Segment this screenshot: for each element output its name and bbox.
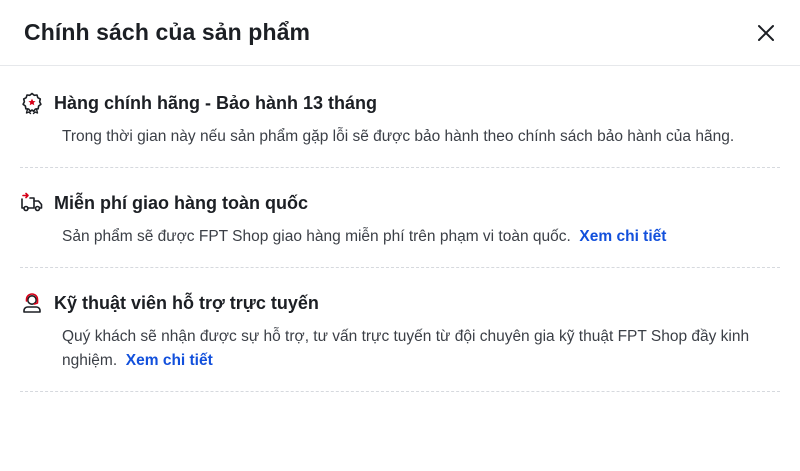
- support-agent-icon: [20, 291, 44, 315]
- policy-item-header: Kỹ thuật viên hỗ trợ trực tuyến: [20, 290, 780, 316]
- policy-item-warranty: Hàng chính hãng - Bảo hành 13 tháng Tron…: [20, 66, 780, 168]
- policy-item-header: Miễn phí giao hàng toàn quốc: [20, 190, 780, 216]
- modal-title: Chính sách của sản phẩm: [24, 19, 311, 45]
- delivery-truck-icon: [20, 191, 44, 215]
- close-icon: [758, 24, 774, 41]
- modal-header: Chính sách của sản phẩm: [0, 0, 800, 66]
- policy-title: Hàng chính hãng - Bảo hành 13 tháng: [54, 92, 378, 113]
- product-policy-modal: Chính sách của sản phẩm Hàng chính hãng …: [0, 0, 800, 471]
- policy-description-text: Sản phẩm sẽ được FPT Shop giao hàng miễn…: [62, 228, 571, 245]
- policy-item-free-shipping: Miễn phí giao hàng toàn quốc Sản phẩm sẽ…: [20, 168, 780, 268]
- warranty-badge-icon: [20, 91, 44, 115]
- policy-item-header: Hàng chính hãng - Bảo hành 13 tháng: [20, 90, 780, 116]
- policy-list: Hàng chính hãng - Bảo hành 13 tháng Tron…: [0, 66, 800, 392]
- policy-description-text: Trong thời gian này nếu sản phẩm gặp lỗi…: [62, 128, 735, 145]
- policy-description: Quý khách sẽ nhận được sự hỗ trợ, tư vấn…: [62, 325, 780, 373]
- policy-title: Miễn phí giao hàng toàn quốc: [54, 192, 308, 213]
- see-details-link[interactable]: Xem chi tiết: [575, 228, 666, 245]
- policy-title: Kỹ thuật viên hỗ trợ trực tuyến: [54, 292, 319, 313]
- close-button[interactable]: [752, 19, 780, 47]
- policy-item-online-support: Kỹ thuật viên hỗ trợ trực tuyến Quý khác…: [20, 268, 780, 392]
- see-details-link[interactable]: Xem chi tiết: [121, 352, 213, 369]
- policy-description: Sản phẩm sẽ được FPT Shop giao hàng miễn…: [62, 225, 780, 249]
- policy-description: Trong thời gian này nếu sản phẩm gặp lỗi…: [62, 125, 780, 149]
